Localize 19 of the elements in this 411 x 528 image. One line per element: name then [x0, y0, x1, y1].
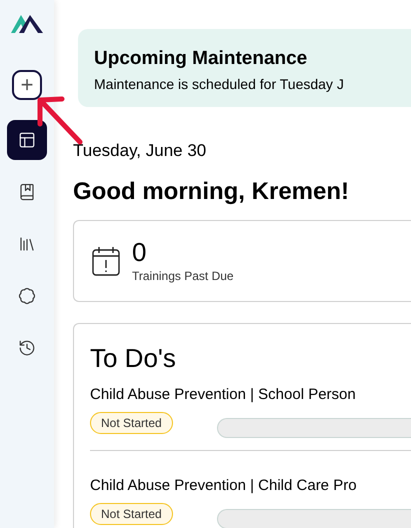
status-badge: Not Started [90, 412, 173, 434]
layout-icon [18, 131, 36, 149]
training-title: Child Abuse Prevention | Child Care Pro [90, 476, 358, 494]
date-text: Tuesday, June 30 [73, 140, 208, 162]
add-button[interactable]: + [12, 70, 42, 100]
todo-heading: To Do's [90, 342, 177, 374]
nav-item[interactable] [7, 120, 47, 160]
status-badge: Not Started [90, 502, 173, 524]
badge-icon [18, 287, 36, 305]
history-icon [18, 339, 36, 357]
greeting-heading: Good morning, Kremen! [73, 176, 350, 206]
calendar-alert-icon [92, 246, 120, 276]
stat-value: 0 [132, 236, 148, 266]
stat-label: Trainings Past Due [132, 268, 234, 284]
book-icon [18, 183, 36, 201]
training-title: Child Abuse Prevention | School Person [90, 386, 357, 404]
books-icon [18, 235, 36, 253]
banner-title: Upcoming Maintenance [94, 47, 308, 71]
banner-text: Maintenance is scheduled for Tuesday J [94, 74, 345, 94]
